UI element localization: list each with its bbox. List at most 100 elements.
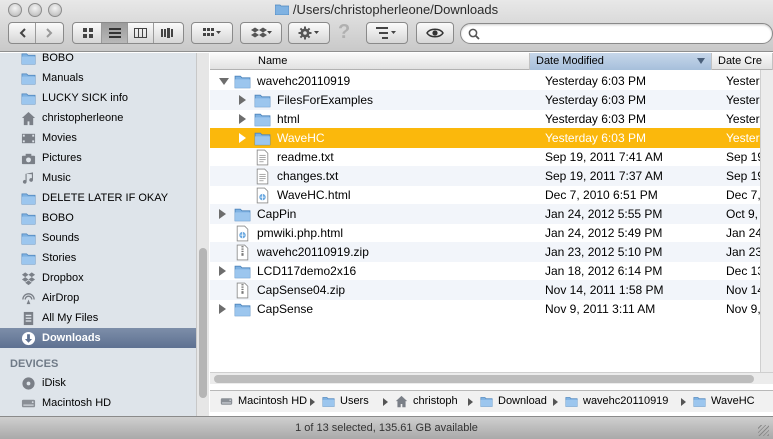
sidebar-item-label: Dropbox xyxy=(42,272,84,284)
coverflow-icon xyxy=(160,28,173,38)
disclosure-triangle-icon[interactable] xyxy=(219,304,226,314)
sidebar-scroll-thumb[interactable] xyxy=(199,248,207,398)
path-crumb-macintosh-hd[interactable]: Macintosh HD xyxy=(220,395,307,407)
sidebar-item-label: Pictures xyxy=(42,152,82,164)
disclosure-triangle-icon[interactable] xyxy=(219,266,226,276)
sidebar-item-label: Movies xyxy=(42,132,77,144)
disk-icon xyxy=(20,376,36,390)
column-view-button[interactable] xyxy=(128,23,154,43)
path-crumb-download[interactable]: Download xyxy=(480,395,547,407)
table-row[interactable]: html Yesterday 6:03 PM Yesterda xyxy=(210,109,773,129)
table-row[interactable]: readme.txt Sep 19, 2011 7:41 AM Sep 19, xyxy=(210,147,773,167)
icon-view-button[interactable] xyxy=(76,23,102,43)
sidebar-item-airdrop[interactable]: AirDrop xyxy=(0,288,196,308)
file-date-modified: Dec 7, 2010 6:51 PM xyxy=(545,188,658,202)
search-field[interactable] xyxy=(460,23,773,44)
path-crumb-christoph[interactable]: christoph xyxy=(395,395,458,408)
chevron-left-icon xyxy=(19,28,26,38)
table-row[interactable]: wavehc20110919 Yesterday 6:03 PM Yesterda xyxy=(210,71,773,91)
table-row[interactable]: WaveHC.html Dec 7, 2010 6:51 PM Dec 7, xyxy=(210,185,773,205)
sidebar-item-pictures[interactable]: Pictures xyxy=(0,148,196,168)
list-horizontal-scrollbar[interactable] xyxy=(210,372,773,384)
sidebar-item-downloads[interactable]: Downloads xyxy=(0,328,196,348)
table-row[interactable]: FilesForExamples Yesterday 6:03 PM Yesterd… xyxy=(210,90,773,110)
sidebar-device-idisk[interactable]: iDisk xyxy=(0,373,196,393)
path-crumb-label: Users xyxy=(340,395,369,407)
path-crumb-wavehc20110919[interactable]: wavehc20110919 xyxy=(565,395,668,407)
list-vertical-scrollbar[interactable] xyxy=(760,70,773,372)
sidebar-item-bobo[interactable]: BOBO xyxy=(0,48,196,68)
list-icon xyxy=(108,28,121,38)
sidebar-item-music[interactable]: Music xyxy=(0,168,196,188)
list-view-button[interactable] xyxy=(102,23,128,43)
sidebar-item-delete-later-if-okay[interactable]: DELETE LATER IF OKAY xyxy=(0,188,196,208)
file-date-modified: Nov 9, 2011 3:11 AM xyxy=(545,302,656,316)
date-created-column-header[interactable]: Date Cre xyxy=(712,53,773,70)
path-bar: Macintosh HD Users christoph Download wavehc… xyxy=(210,390,773,412)
file-name: WaveHC.html xyxy=(277,188,351,202)
sidebar-item-label: DELETE LATER IF OKAY xyxy=(42,192,169,204)
path-separator-icon xyxy=(383,398,388,406)
sidebar-item-label: BOBO xyxy=(42,212,74,224)
table-row[interactable]: WaveHC Yesterday 6:03 PM Yesterda xyxy=(210,128,773,148)
chevron-right-icon xyxy=(46,28,53,38)
path-crumb-users[interactable]: Users xyxy=(322,395,369,407)
folder-icon xyxy=(254,92,272,108)
date-modified-column-header[interactable]: Date Modified xyxy=(530,53,712,70)
file-name: changes.txt xyxy=(277,169,339,183)
status-text: 1 of 13 selected, 135.61 GB available xyxy=(295,422,478,434)
file-date-modified: Yesterday 6:03 PM xyxy=(545,131,646,145)
file-name: pmwiki.php.html xyxy=(257,226,344,240)
sidebar-item-bobo[interactable]: BOBO xyxy=(0,208,196,228)
path-menu-button[interactable] xyxy=(366,22,408,44)
name-column-header[interactable]: Name xyxy=(252,53,530,70)
resize-grip-icon[interactable] xyxy=(758,425,769,436)
table-row[interactable]: CapSense Nov 9, 2011 3:11 AM Nov 9, 2 xyxy=(210,299,773,319)
action-menu-button[interactable] xyxy=(288,22,330,44)
folder-icon xyxy=(20,71,36,85)
list-horizontal-scroll-thumb[interactable] xyxy=(214,375,754,383)
help-icon[interactable]: ? xyxy=(338,21,358,45)
folder-icon xyxy=(20,251,36,265)
sidebar-item-stories[interactable]: Stories xyxy=(0,248,196,268)
disclosure-triangle-icon[interactable] xyxy=(219,209,226,219)
files-icon xyxy=(20,311,36,325)
sidebar-scrollbar[interactable] xyxy=(196,53,209,416)
sidebar-item-manuals[interactable]: Manuals xyxy=(0,68,196,88)
path-crumb-label: Download xyxy=(498,395,547,407)
table-row[interactable]: CapSense04.zip Nov 14, 2011 1:58 PM Nov 14… xyxy=(210,280,773,300)
toolbar: ? xyxy=(0,21,773,48)
html-file-icon xyxy=(254,187,272,204)
sidebar-item-movies[interactable]: Movies xyxy=(0,128,196,148)
forward-button[interactable] xyxy=(36,23,62,43)
dropbox-menu-button[interactable] xyxy=(240,22,282,44)
sidebar-item-lucky-sick-info[interactable]: LUCKY SICK info xyxy=(0,88,196,108)
table-row[interactable]: wavehc20110919.zip Jan 23, 2012 5:10 PM Ja… xyxy=(210,242,773,262)
path-crumb-label: wavehc20110919 xyxy=(583,395,669,407)
path-icon xyxy=(376,27,396,39)
home-icon xyxy=(20,111,36,125)
table-row[interactable]: pmwiki.php.html Jan 24, 2012 5:49 PM Jan 2… xyxy=(210,223,773,243)
table-row[interactable]: changes.txt Sep 19, 2011 7:37 AM Sep 19, xyxy=(210,166,773,186)
back-button[interactable] xyxy=(10,23,36,43)
disclosure-triangle-icon[interactable] xyxy=(239,95,246,105)
path-crumb-wavehc[interactable]: WaveHC xyxy=(693,395,755,407)
sidebar-item-sounds[interactable]: Sounds xyxy=(0,228,196,248)
table-row[interactable]: CapPin Jan 24, 2012 5:55 PM Oct 9, 2 xyxy=(210,204,773,224)
disclosure-triangle-icon[interactable] xyxy=(219,78,229,85)
arrange-menu-button[interactable] xyxy=(191,22,233,44)
grid-icon xyxy=(83,27,93,38)
file-name: WaveHC xyxy=(277,131,325,145)
disclosure-triangle-icon[interactable] xyxy=(239,114,246,124)
disclosure-triangle-icon[interactable] xyxy=(239,133,246,143)
table-row[interactable]: LCD117demo2x16 Jan 18, 2012 6:14 PM Dec 13… xyxy=(210,261,773,281)
sidebar-item-christopherleone[interactable]: christopherleone xyxy=(0,108,196,128)
coverflow-view-button[interactable] xyxy=(154,23,180,43)
path-crumb-label: Macintosh HD xyxy=(238,395,308,407)
window-title: /Users/christopherleone/Downloads xyxy=(0,2,773,17)
sidebar-device-macintosh-hd[interactable]: Macintosh HD xyxy=(0,393,196,413)
folder-icon xyxy=(20,231,36,245)
sidebar-item-all-my-files[interactable]: All My Files xyxy=(0,308,196,328)
sidebar-item-dropbox[interactable]: Dropbox xyxy=(0,268,196,288)
quick-look-button[interactable] xyxy=(416,22,454,44)
